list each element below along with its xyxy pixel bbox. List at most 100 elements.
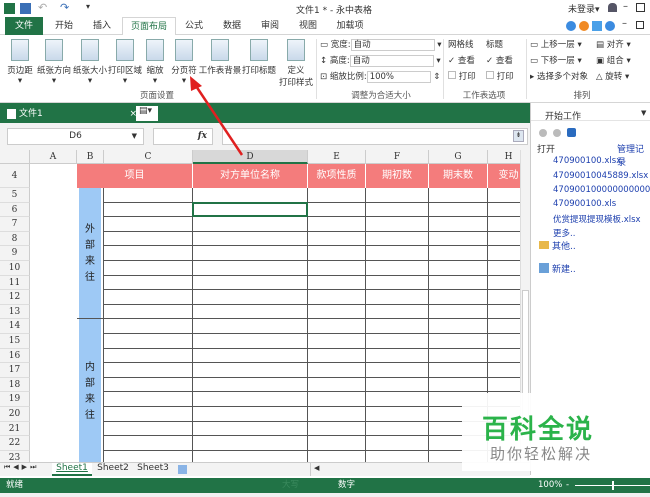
row-header-11[interactable]: 11 bbox=[0, 275, 30, 291]
cell[interactable] bbox=[104, 363, 193, 378]
tab-file[interactable]: 文件 bbox=[5, 17, 43, 35]
cell[interactable] bbox=[308, 202, 366, 218]
column-header-c[interactable]: C bbox=[104, 150, 193, 164]
add-sheet-icon[interactable] bbox=[178, 465, 187, 474]
row-header-18[interactable]: 18 bbox=[0, 377, 30, 393]
row-header-10[interactable]: 10 bbox=[0, 261, 30, 276]
back-icon[interactable] bbox=[566, 21, 576, 31]
scroll-left-icon[interactable]: ◀ bbox=[311, 464, 319, 472]
name-box[interactable]: D6 ▼ bbox=[7, 128, 144, 145]
page-break-button[interactable]: 分页符 ▾ bbox=[168, 39, 200, 86]
other-link[interactable]: 其他.. bbox=[552, 239, 576, 252]
cell[interactable] bbox=[193, 188, 308, 203]
selected-cell-d6[interactable] bbox=[192, 201, 308, 218]
column-header-f[interactable]: F bbox=[366, 150, 429, 164]
redo-icon[interactable]: ↷ bbox=[60, 1, 69, 14]
save-icon[interactable] bbox=[20, 3, 31, 14]
cell[interactable] bbox=[193, 304, 308, 320]
table-header-cell[interactable]: 对方单位名称 bbox=[193, 164, 308, 188]
tab-home[interactable]: 开始 bbox=[46, 17, 82, 35]
cell[interactable] bbox=[104, 231, 193, 247]
cell[interactable] bbox=[488, 349, 520, 364]
cell[interactable] bbox=[308, 436, 366, 451]
cell[interactable] bbox=[193, 334, 308, 349]
cell[interactable] bbox=[488, 363, 520, 378]
cell[interactable] bbox=[366, 246, 429, 261]
tab-formulas[interactable]: 公式 bbox=[178, 17, 210, 35]
cell[interactable] bbox=[308, 246, 366, 261]
cell[interactable] bbox=[429, 334, 488, 349]
cell[interactable] bbox=[193, 436, 308, 451]
cell[interactable] bbox=[104, 304, 193, 320]
gridlines-print-checkbox[interactable]: 打印 bbox=[448, 70, 476, 84]
cell[interactable] bbox=[488, 276, 520, 291]
table-header-cell[interactable]: 变动 bbox=[488, 164, 520, 188]
column-header-e[interactable]: E bbox=[308, 150, 366, 164]
cell[interactable] bbox=[488, 261, 520, 276]
cell[interactable] bbox=[308, 319, 366, 334]
row-header-12[interactable]: 12 bbox=[0, 290, 30, 305]
cell[interactable] bbox=[366, 363, 429, 378]
cell[interactable] bbox=[429, 304, 488, 320]
cell[interactable] bbox=[429, 377, 488, 393]
cell[interactable] bbox=[193, 319, 308, 334]
cell[interactable] bbox=[366, 231, 429, 247]
sheet-nav-icon[interactable]: ⏮◀▶⏭ bbox=[4, 463, 39, 472]
cell[interactable] bbox=[366, 421, 429, 437]
gridlines-view-checkbox[interactable]: ✓ 查看 bbox=[448, 54, 475, 68]
cell[interactable] bbox=[104, 334, 193, 349]
tab-page-layout[interactable]: 页面布局 bbox=[122, 17, 176, 35]
sheet-tab-sheet2[interactable]: Sheet2 bbox=[94, 463, 132, 473]
recent-file-link[interactable]: 470900100.xlsx bbox=[553, 156, 650, 166]
define-print-style-button[interactable]: 定义 打印样式 bbox=[278, 39, 314, 88]
cell[interactable] bbox=[193, 290, 308, 305]
cell[interactable] bbox=[193, 450, 308, 462]
table-header-cell[interactable]: 期末数 bbox=[429, 164, 488, 188]
table-header-cell[interactable]: 项目 bbox=[77, 164, 193, 188]
row-header-21[interactable]: 21 bbox=[0, 421, 30, 437]
sheet-tab-sheet3[interactable]: Sheet3 bbox=[134, 463, 172, 473]
cell[interactable] bbox=[193, 275, 308, 291]
cell[interactable] bbox=[366, 275, 429, 291]
cell[interactable] bbox=[308, 450, 366, 462]
column-header-g[interactable]: G bbox=[429, 150, 488, 164]
cell[interactable] bbox=[308, 290, 366, 305]
sheet-background-button[interactable]: 工作表背景 bbox=[198, 39, 242, 76]
cell[interactable] bbox=[104, 377, 193, 393]
cell[interactable] bbox=[308, 348, 366, 364]
cell[interactable] bbox=[104, 217, 193, 232]
home-icon[interactable] bbox=[567, 128, 576, 137]
new-document-button[interactable]: ▤▾ bbox=[136, 106, 158, 121]
recent-file-link[interactable]: 47090010045889.xlsx bbox=[553, 171, 650, 181]
row-header-22[interactable]: 22 bbox=[0, 436, 30, 451]
recent-file-link[interactable]: 4709001000000000000000 bbox=[553, 185, 650, 195]
cell[interactable] bbox=[429, 348, 488, 364]
cell[interactable] bbox=[104, 436, 193, 451]
cell[interactable] bbox=[193, 407, 308, 422]
cell[interactable] bbox=[366, 407, 429, 422]
cell[interactable] bbox=[308, 304, 366, 320]
cell[interactable] bbox=[429, 202, 488, 218]
help-icon[interactable] bbox=[605, 21, 615, 31]
cell[interactable] bbox=[366, 290, 429, 305]
cell[interactable] bbox=[488, 232, 520, 247]
cell[interactable] bbox=[308, 334, 366, 349]
row-header-5[interactable]: 5 bbox=[0, 188, 30, 203]
cell[interactable] bbox=[308, 275, 366, 291]
recent-file-link[interactable]: 优赏提现提现模板.xlsx bbox=[553, 213, 650, 225]
cell[interactable] bbox=[366, 319, 429, 334]
tab-addins[interactable]: 加载项 bbox=[330, 17, 370, 35]
row-header-13[interactable]: 13 bbox=[0, 304, 30, 320]
row-header-7[interactable]: 7 bbox=[0, 217, 30, 232]
chevron-down-icon[interactable]: ▼ bbox=[641, 109, 646, 117]
cell[interactable] bbox=[366, 202, 429, 218]
cell[interactable] bbox=[104, 261, 193, 276]
cell[interactable] bbox=[193, 246, 308, 261]
maximize-icon[interactable] bbox=[636, 3, 645, 12]
headings-print-checkbox[interactable]: 打印 bbox=[486, 70, 514, 84]
paper-size-button[interactable]: 纸张大小 ▾ bbox=[72, 39, 108, 86]
cell[interactable] bbox=[488, 290, 520, 305]
cell[interactable] bbox=[308, 217, 366, 232]
cell[interactable] bbox=[488, 203, 520, 218]
column-header-h[interactable]: H bbox=[488, 150, 520, 164]
